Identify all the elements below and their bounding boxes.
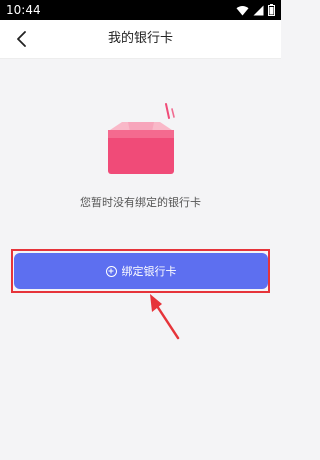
empty-card-box-icon — [108, 103, 175, 174]
status-time: 10:44 — [6, 3, 41, 17]
page-title: 我的银行卡 — [107, 31, 173, 46]
back-button[interactable] — [8, 26, 34, 52]
status-icons — [236, 4, 275, 16]
plus-circle-icon — [105, 265, 117, 277]
battery-icon — [268, 4, 275, 16]
status-bar: 10:44 — [0, 0, 281, 20]
signal-icon — [253, 5, 264, 15]
bind-card-button[interactable]: 绑定银行卡 — [14, 253, 268, 289]
pointer-arrow-icon — [150, 294, 180, 340]
nav-bar: 我的银行卡 — [0, 20, 281, 59]
wifi-icon — [236, 5, 249, 15]
back-arrow-icon — [17, 31, 26, 47]
bind-card-button-label: 绑定银行卡 — [121, 265, 177, 278]
empty-state-message: 您暂时没有绑定的银行卡 — [80, 196, 201, 209]
